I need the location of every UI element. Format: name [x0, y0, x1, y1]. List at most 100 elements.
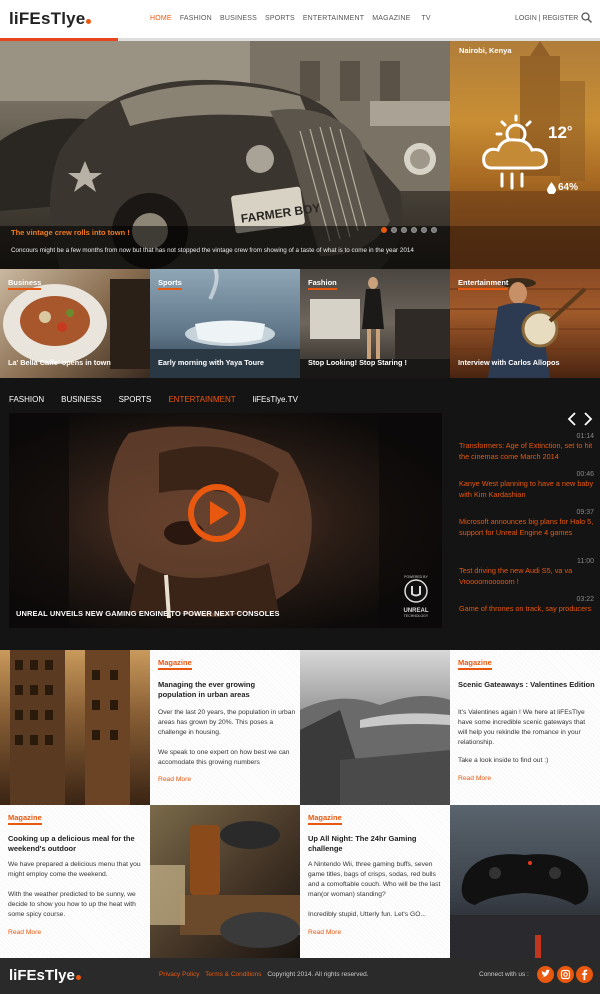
card-body: We have prepared a delicious menu that y…: [8, 861, 141, 878]
hero-title[interactable]: The vintage crew rolls into town !: [11, 228, 130, 237]
search-icon[interactable]: [581, 12, 592, 23]
read-more-link[interactable]: Read More: [308, 929, 341, 936]
cooking-image: [150, 805, 300, 958]
video-nav-tv[interactable]: liFEsTlye.TV: [253, 395, 298, 404]
twitter-icon[interactable]: [537, 966, 554, 983]
chevron-left-icon[interactable]: [567, 412, 576, 426]
building-facade: [10, 650, 130, 805]
humidity-drop-icon: [547, 182, 556, 194]
weather-temperature: 12°: [548, 123, 573, 143]
privacy-link[interactable]: Privacy Policy: [159, 971, 199, 978]
card-title[interactable]: Managing the ever growing population in …: [158, 680, 288, 700]
main-nav: HOME FASHION BUSINESS SPORTS ENTERTAINME…: [150, 15, 439, 22]
tile-fashion[interactable]: Fashion Stop Looking! Stop Staring !: [300, 269, 450, 378]
card-body: It's Valentines again ! We here at liFEs…: [458, 709, 586, 746]
tile-category[interactable]: Business: [8, 278, 42, 290]
news-headline[interactable]: Kanye West planning to have a new baby w…: [459, 478, 594, 500]
magazine-card[interactable]: Magazine Managing the ever growing popul…: [150, 650, 300, 805]
magazine-card[interactable]: Magazine Cooking up a delicious meal for…: [0, 805, 150, 958]
tile-caption[interactable]: La' Bella Caffe' opens in town: [8, 358, 111, 367]
news-time: 00:46: [576, 471, 594, 478]
nav-sports[interactable]: SPORTS: [265, 15, 295, 22]
facebook-icon[interactable]: [576, 966, 593, 983]
news-time: 11:00: [577, 558, 594, 565]
read-more-link[interactable]: Read More: [458, 775, 491, 782]
slider-dot[interactable]: [421, 227, 427, 233]
slider-dot[interactable]: [401, 227, 407, 233]
valley-scene: [300, 696, 450, 805]
news-time: 01:14: [576, 433, 594, 440]
card-body: With the weather predicted to be sunny, …: [8, 891, 136, 918]
register-link[interactable]: REGISTER: [543, 15, 579, 22]
magazine-card[interactable]: Magazine Scenic Gateaways : Valentines E…: [450, 650, 600, 805]
unreal-logo-icon: [404, 579, 428, 603]
unreal-badge: POWERED BY UNREAL TECHNOLOGY: [394, 575, 438, 625]
video-title[interactable]: UNREAL UNVEILS NEW GAMING ENGINE TO POWE…: [16, 609, 280, 618]
slider-dot[interactable]: [381, 227, 387, 233]
tile-caption[interactable]: Interview with Carlos Allopos: [458, 358, 560, 367]
tile-business[interactable]: Business La' Bella Caffe' opens in town: [0, 269, 150, 378]
footer-logo-text: liFEsTlye: [9, 967, 75, 984]
nav-business[interactable]: BUSINESS: [220, 15, 257, 22]
kitchen-table: [150, 821, 300, 948]
video-nav-entertainment[interactable]: ENTERTAINMENT: [168, 395, 235, 404]
news-item[interactable]: 00:46 Kanye West planning to have a new b…: [459, 471, 594, 500]
magazine-card[interactable]: Magazine Up All Night: The 24hr Gaming c…: [300, 805, 450, 958]
card-title[interactable]: Scenic Gateaways : Valentines Edition: [458, 680, 596, 690]
tile-sports[interactable]: Sports Early morning with Yaya Toure: [150, 269, 300, 378]
news-headline[interactable]: Test driving the new Audi S5, va va Vroo…: [459, 565, 594, 587]
card-title[interactable]: Cooking up a delicious meal for the week…: [8, 834, 148, 854]
game-controller-image: [450, 805, 600, 958]
auth-separator: |: [538, 15, 541, 22]
header: liFEsTlye HOME FASHION BUSINESS SPORTS E…: [0, 0, 600, 38]
card-category[interactable]: Magazine: [158, 658, 192, 670]
slider-dot[interactable]: [411, 227, 417, 233]
slider-dot[interactable]: [391, 227, 397, 233]
news-headline[interactable]: Microsoft announces big plans for Halo 5…: [459, 516, 594, 538]
news-headline[interactable]: Transformers: Age of Extinction, set to …: [459, 440, 594, 462]
play-button-icon[interactable]: [187, 483, 247, 543]
news-item[interactable]: 01:14 Transformers: Age of Extinction, se…: [459, 433, 594, 462]
card-category[interactable]: Magazine: [458, 658, 492, 670]
read-more-link[interactable]: Read More: [158, 776, 191, 783]
tile-category[interactable]: Entertainment: [458, 278, 509, 290]
terms-link[interactable]: Terms & Conditions: [205, 971, 261, 978]
hero-description: Concours might be a few months from now …: [11, 247, 414, 254]
card-category[interactable]: Magazine: [308, 813, 342, 825]
nav-entertainment[interactable]: ENTERTAINMENT: [303, 15, 364, 22]
nav-magazine[interactable]: MAGAZINE: [372, 15, 410, 22]
slider-dot[interactable]: [431, 227, 437, 233]
nav-home[interactable]: HOME: [150, 15, 172, 22]
tile-caption[interactable]: Stop Looking! Stop Staring !: [308, 358, 407, 367]
landscape-image: [300, 650, 450, 805]
slider-dots: [381, 227, 437, 233]
video-player[interactable]: POWERED BY UNREAL TECHNOLOGY: [9, 413, 442, 628]
tile-category[interactable]: Fashion: [308, 278, 337, 290]
video-nav-business[interactable]: BUSINESS: [61, 395, 101, 404]
card-body: Incredibly stupid, Utterly fun. Let's GO…: [308, 911, 426, 918]
video-nav-fashion[interactable]: FASHION: [9, 395, 44, 404]
news-headline[interactable]: Game of thrones on track, say producers: [459, 603, 594, 614]
tile-entertainment[interactable]: Entertainment Interview with Carlos Allo…: [450, 269, 600, 378]
nav-tv[interactable]: TV: [421, 15, 430, 22]
footer-logo[interactable]: liFEsTlye: [9, 967, 81, 984]
read-more-link[interactable]: Read More: [8, 929, 41, 936]
card-category[interactable]: Magazine: [8, 813, 42, 825]
card-title[interactable]: Up All Night: The 24hr Gaming challenge: [308, 834, 438, 854]
video-nav-sports[interactable]: SPORTS: [119, 395, 152, 404]
news-item[interactable]: 11:00 Test driving the new Audi S5, va va…: [459, 558, 594, 587]
news-item[interactable]: 09:37 Microsoft announces big plans for H…: [459, 509, 594, 538]
connect-label: Connect with us :: [479, 971, 529, 978]
card-body: Over the last 20 years, the population i…: [158, 709, 296, 736]
chevron-right-icon[interactable]: [584, 412, 593, 426]
news-item[interactable]: 03:22 Game of thrones on track, say produ…: [459, 596, 594, 614]
instagram-icon[interactable]: [557, 966, 574, 983]
logo-dot: [86, 19, 92, 24]
logo[interactable]: liFEsTlye: [9, 9, 92, 29]
login-link[interactable]: LOGIN: [515, 15, 537, 22]
tile-category[interactable]: Sports: [158, 278, 182, 290]
nav-fashion[interactable]: FASHION: [180, 15, 212, 22]
news-time: 03:22: [576, 596, 594, 603]
badge-technology: TECHNOLOGY: [403, 614, 429, 618]
tile-caption[interactable]: Early morning with Yaya Toure: [158, 358, 264, 367]
